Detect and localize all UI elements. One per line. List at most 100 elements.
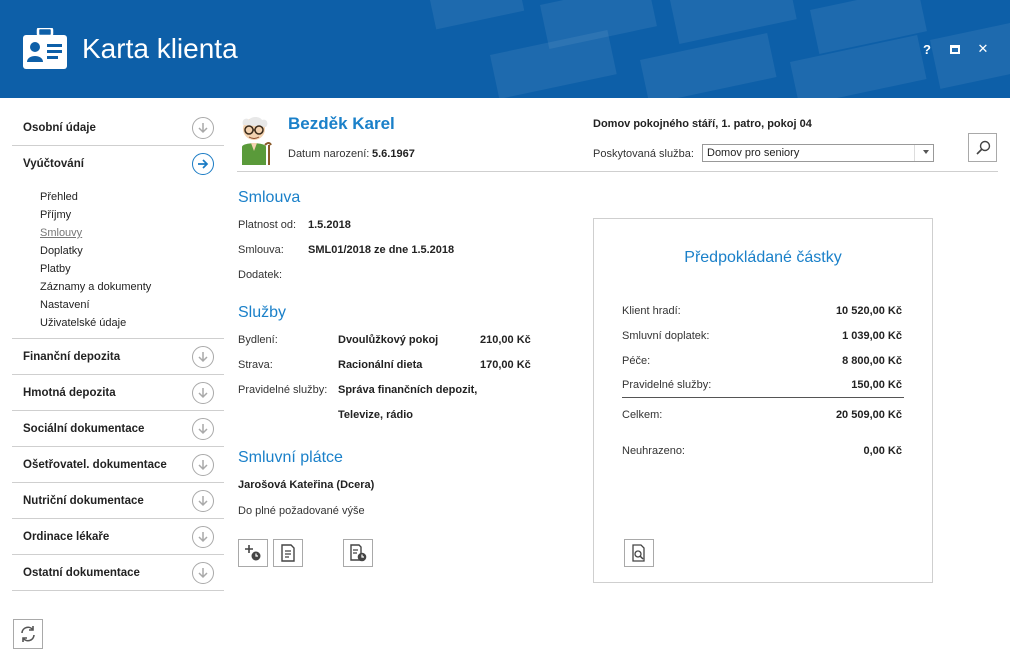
close-button[interactable]: ✕ [976, 41, 990, 56]
sidebar-item-financial-deposits[interactable]: Finanční depozita [12, 339, 224, 375]
document-search-icon [632, 544, 645, 562]
care-value: 8 800,00 Kč [842, 355, 902, 367]
contract-label: Smlouva: [238, 244, 284, 256]
header-decoration [427, 0, 1010, 98]
payer-note: Do plné požadované výše [238, 505, 365, 517]
dob-label: Datum narození: [288, 148, 370, 160]
divider [237, 171, 998, 172]
regular-services-label: Pravidelné služby: [238, 384, 328, 396]
regular-label: Pravidelné služby: [622, 379, 712, 391]
housing-price: 210,00 Kč [480, 334, 531, 346]
regular-services-line2: Televize, rádio [338, 409, 413, 421]
arrow-down-circle-icon [192, 490, 214, 512]
arrow-right-circle-icon [192, 153, 214, 175]
care-label: Péče: [622, 355, 651, 367]
valid-from-value: 1.5.2018 [308, 219, 351, 231]
document-icon [281, 544, 295, 562]
sidebar-item-nursing-docs[interactable]: Ošetřovatel. dokumentace [12, 447, 224, 483]
unpaid-value: 0,00 Kč [863, 445, 902, 457]
select-separator [914, 145, 915, 161]
search-button[interactable] [968, 133, 997, 162]
document-clock-icon [350, 544, 367, 562]
add-record-button[interactable] [238, 539, 268, 567]
sidebar-item-label: Sociální dokumentace [23, 422, 145, 435]
food-price: 170,00 Kč [480, 359, 531, 371]
add-clock-icon [245, 545, 261, 561]
panel-title: Předpokládané částky [684, 249, 842, 266]
housing-name: Dvoulůžkový pokoj [338, 334, 439, 346]
refresh-button[interactable] [13, 619, 43, 649]
service-select[interactable]: Domov pro seniory [702, 144, 934, 162]
home-location: Domov pokojného stáří, 1. patro, pokoj 0… [593, 118, 812, 130]
window-title: Karta klienta [82, 33, 238, 64]
submenu-item-payments[interactable]: Platby [40, 260, 224, 278]
sidebar-item-label: Ošetřovatel. dokumentace [23, 458, 167, 471]
submenu-item-settings[interactable]: Nastavení [40, 296, 224, 314]
contract-surcharge-label: Smluvní doplatek: [622, 330, 710, 342]
sidebar-item-billing[interactable]: Vyúčtování [12, 146, 224, 182]
sidebar-item-label: Vyúčtování [23, 158, 84, 170]
contract-value: SML01/2018 ze dne 1.5.2018 [308, 244, 455, 256]
preview-button[interactable] [624, 539, 654, 567]
arrow-down-circle-icon [192, 562, 214, 584]
submenu-item-income[interactable]: Příjmy [40, 206, 224, 224]
payer-section-title: Smluvní plátce [238, 449, 343, 466]
contract-surcharge-value: 1 039,00 Kč [842, 330, 902, 342]
sidebar-item-label: Finanční depozita [23, 350, 121, 363]
food-label: Strava: [238, 359, 273, 371]
sidebar-item-doctor[interactable]: Ordinace lékaře [12, 519, 224, 555]
maximize-button[interactable] [948, 42, 962, 56]
sidebar-item-nutrition-docs[interactable]: Nutriční dokumentace [12, 483, 224, 519]
sidebar-item-label: Nutriční dokumentace [23, 494, 144, 507]
regular-services-line1: Správa finančních depozit, [338, 384, 478, 396]
refresh-icon [21, 626, 35, 642]
sidebar-item-personal[interactable]: Osobní údaje [12, 110, 224, 146]
sidebar-item-label: Ordinace lékaře [23, 530, 110, 543]
total-value: 20 509,00 Kč [835, 409, 902, 421]
app-header: Karta klienta ? ✕ [0, 0, 1010, 98]
contract-section-title: Smlouva [238, 189, 301, 206]
id-card-icon [23, 28, 67, 69]
submenu-item-records[interactable]: Záznamy a dokumenty [40, 278, 224, 296]
sidebar-item-other-docs[interactable]: Ostatní dokumentace [12, 555, 224, 591]
regular-value: 150,00 Kč [851, 379, 902, 391]
valid-from-label: Platnost od: [238, 219, 297, 231]
unpaid-label: Neuhrazeno: [622, 445, 685, 457]
submenu-item-surcharges[interactable]: Doplatky [40, 242, 224, 260]
sidebar-item-label: Osobní údaje [23, 121, 96, 134]
client-avatar [242, 117, 272, 165]
submenu-item-user-data[interactable]: Uživatelské údaje [40, 314, 224, 332]
sidebar: Osobní údaje Vyúčtování Přehled Příjmy S… [12, 110, 224, 591]
arrow-down-circle-icon [192, 382, 214, 404]
arrow-down-circle-icon [192, 526, 214, 548]
dob-value: 5.6.1967 [372, 148, 415, 160]
arrow-down-circle-icon [192, 418, 214, 440]
sidebar-item-material-deposits[interactable]: Hmotná depozita [12, 375, 224, 411]
maximize-icon [950, 44, 960, 54]
document-button[interactable] [273, 539, 303, 567]
addendum-label: Dodatek: [238, 269, 283, 281]
submenu-item-overview[interactable]: Přehled [40, 188, 224, 206]
total-divider [622, 397, 904, 398]
sidebar-item-social-docs[interactable]: Sociální dokumentace [12, 411, 224, 447]
client-name: Bezděk Karel [288, 114, 395, 133]
billing-submenu: Přehled Příjmy Smlouvy Doplatky Platby Z… [12, 182, 224, 339]
estimated-amounts-panel: Předpokládané částky Klient hradí: 10 52… [593, 218, 933, 583]
services-section-title: Služby [238, 304, 287, 321]
sidebar-item-label: Hmotná depozita [23, 386, 116, 399]
service-label: Poskytovaná služba: [593, 148, 694, 160]
chevron-down-icon [923, 150, 929, 154]
food-name: Racionální dieta [338, 359, 423, 371]
payer-name: Jarošová Kateřina (Dcera) [238, 479, 375, 491]
help-button[interactable]: ? [920, 42, 934, 57]
arrow-down-circle-icon [192, 346, 214, 368]
submenu-item-contracts[interactable]: Smlouvy [40, 224, 224, 242]
total-label: Celkem: [622, 409, 663, 421]
housing-label: Bydlení: [238, 334, 278, 346]
sidebar-item-label: Ostatní dokumentace [23, 566, 140, 579]
service-select-value: Domov pro seniory [707, 147, 800, 159]
client-pays-label: Klient hradí: [622, 305, 681, 317]
client-pays-value: 10 520,00 Kč [835, 305, 902, 317]
document-history-button[interactable] [343, 539, 373, 567]
search-icon [975, 140, 990, 155]
